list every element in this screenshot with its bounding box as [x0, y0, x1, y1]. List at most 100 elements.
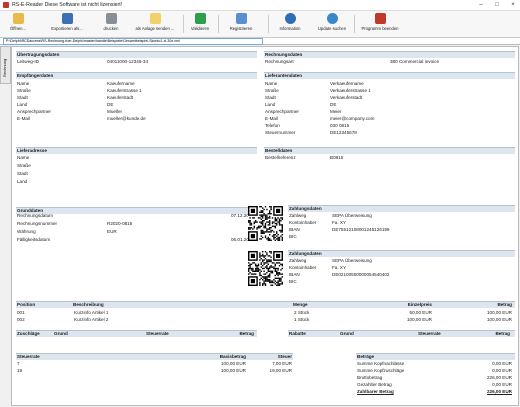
update-icon — [326, 13, 338, 24]
section-header-invoice: Rechnungsdaten — [264, 51, 515, 58]
invoice-sheet: Übertragungsdaten Leitweg-ID 04011000-12… — [11, 46, 519, 406]
file-path-field[interactable]: P:\Delphi\RCDaccess\RS-Rechnung-fuer-Del… — [3, 38, 263, 45]
supplier-label: Land — [265, 102, 276, 107]
position-number: 002 — [17, 317, 25, 322]
supplier-value: DE — [330, 102, 337, 107]
total-label: Summe Kopfnachlässe — [357, 361, 405, 366]
payment-label: Kontoinhaber — [289, 220, 317, 225]
amount-due-value: 226,00 EUR — [486, 389, 512, 394]
discounts-title: Rabatte — [289, 331, 306, 336]
section-header-order: Bestelldaten — [264, 147, 515, 154]
recipient-label: E-Mail — [17, 116, 31, 121]
send-attachment-button[interactable]: als Anlage senden ... — [131, 13, 179, 35]
supplier-label: E-Mail — [265, 116, 279, 121]
recipient-label: Straße — [17, 88, 31, 93]
minimize-button[interactable]: – — [474, 1, 488, 9]
toolbar-separator — [268, 15, 269, 33]
payment-label: IBAN — [289, 227, 300, 232]
tax-base: 100,00 EUR — [220, 368, 246, 373]
tax-rate: 19 — [17, 368, 23, 373]
supplier-label: Name — [265, 81, 278, 86]
validate-button[interactable]: Validieren — [186, 13, 214, 35]
register-icon — [235, 13, 247, 24]
basic-value: 06.01.2025 — [231, 237, 254, 242]
supplier-value: Meier — [330, 109, 342, 114]
leitweg-value: 04011000-12345-34 — [107, 59, 149, 64]
total-value: 0,00 EUR — [492, 382, 512, 387]
discounts-col-rate: Steuerrate — [418, 331, 441, 336]
delivery-label: Stadt — [17, 171, 28, 176]
exit-door-icon — [374, 13, 386, 24]
recipient-value: Kaeuferstadt — [107, 95, 134, 100]
window-title: RS-E-Reader Diese Software ist nicht liz… — [12, 2, 123, 8]
payment-value: DE02100500000054540402 — [332, 272, 390, 277]
tab-rechnung[interactable]: Rechnung — [0, 46, 11, 84]
amount-due-label: Zahlbarer Betrag — [357, 389, 394, 394]
supplier-value: 030 0815 — [330, 123, 350, 128]
section-header-payment-1: Zahlungsdaten — [288, 205, 515, 212]
basic-value: R2020-0815 — [107, 221, 133, 226]
app-icon — [3, 2, 9, 8]
title-bar: RS-E-Reader Diese Software ist nicht liz… — [0, 0, 520, 11]
tax-col-tax: Steuer — [277, 354, 292, 359]
basic-label: Fälligkeitsdatum — [17, 237, 51, 242]
surcharges-col-rate: Steuerrate — [146, 331, 169, 336]
exit-button[interactable]: Programm beenden — [358, 13, 402, 35]
basic-label: Rechnungsdatum — [17, 213, 54, 218]
tab-rechnung-label: Rechnung — [2, 58, 7, 77]
delivery-label: Name — [17, 155, 30, 160]
payment-label: Kontoinhaber — [289, 265, 317, 270]
invoice-type-label: Rechnungsart — [265, 59, 294, 64]
position-amount: 100,00 EUR — [486, 310, 512, 315]
supplier-value: Verkaeuferstadt — [330, 95, 363, 100]
position-number: 001 — [17, 310, 25, 315]
export-button[interactable]: Exportieren als... — [48, 13, 86, 35]
toolbar-separator — [354, 15, 355, 33]
recipient-label: Stadt — [17, 95, 28, 100]
supplier-value: meier@company.com — [330, 116, 375, 121]
position-quantity: 1 Stück — [294, 317, 310, 322]
supplier-value: Verkaeufername — [330, 81, 364, 86]
supplier-label: Straße — [265, 88, 279, 93]
payment-label: BIC — [289, 279, 297, 284]
tax-amount: 7,00 EUR — [272, 361, 292, 366]
recipient-value: Kaeuferstrasse 1 — [107, 88, 142, 93]
register-button[interactable]: Registrieren — [226, 13, 256, 35]
supplier-label: Stadt — [265, 95, 276, 100]
supplier-value: DE12345678 — [330, 130, 357, 135]
supplier-label: Steuernummer — [265, 130, 296, 135]
toolbar: Öffnen... Exportieren als... drucken als… — [0, 11, 520, 38]
update-button[interactable]: Update suchen — [314, 13, 350, 35]
recipient-value: mueller@kunde.de — [107, 116, 146, 121]
position-amount: 100,00 EUR — [486, 317, 512, 322]
section-header-supplier: Lieferantendaten — [264, 72, 515, 79]
recipient-value: DE — [107, 102, 114, 107]
col-header-amount: Betrag — [497, 302, 512, 307]
supplier-label: Ansprechpartner — [265, 109, 299, 114]
section-header-transmission: Übertragungsdaten — [16, 51, 257, 58]
close-button[interactable]: × — [506, 1, 520, 9]
checkmark-icon — [194, 13, 206, 24]
surcharges-col-amount: Betrag — [239, 331, 254, 336]
print-button[interactable]: drucken — [97, 13, 125, 35]
supplier-value: Verkaeuferstrasse 1 — [330, 88, 371, 93]
tax-col-rate: Steuerrate — [17, 354, 40, 359]
maximize-button[interactable]: □ — [490, 1, 504, 9]
discounts-header: Rabatte Grund Steuerrate Betrag — [288, 330, 515, 337]
open-button[interactable]: Öffnen... — [4, 13, 32, 35]
tax-base: 100,00 EUR — [220, 361, 246, 366]
recipient-label: Land — [17, 102, 28, 107]
qr-code-payment-1 — [248, 206, 283, 241]
payment-value: Fa. XY — [332, 265, 347, 270]
totals-header: Beträge — [356, 353, 515, 360]
position-unit-price: 50,00 EUR — [409, 310, 432, 315]
information-button[interactable]: Information — [274, 13, 306, 35]
toolbar-separator — [183, 15, 184, 33]
info-icon — [284, 13, 296, 24]
surcharges-col-grund: Grund — [54, 331, 68, 336]
payment-label: IBAN — [289, 272, 300, 277]
section-header-payment-2: Zahlungsdaten — [288, 250, 515, 257]
payment-value: SEPA Überweisung — [332, 258, 372, 263]
supplier-label: Telefon — [265, 123, 280, 128]
toolbar-separator — [218, 15, 219, 33]
